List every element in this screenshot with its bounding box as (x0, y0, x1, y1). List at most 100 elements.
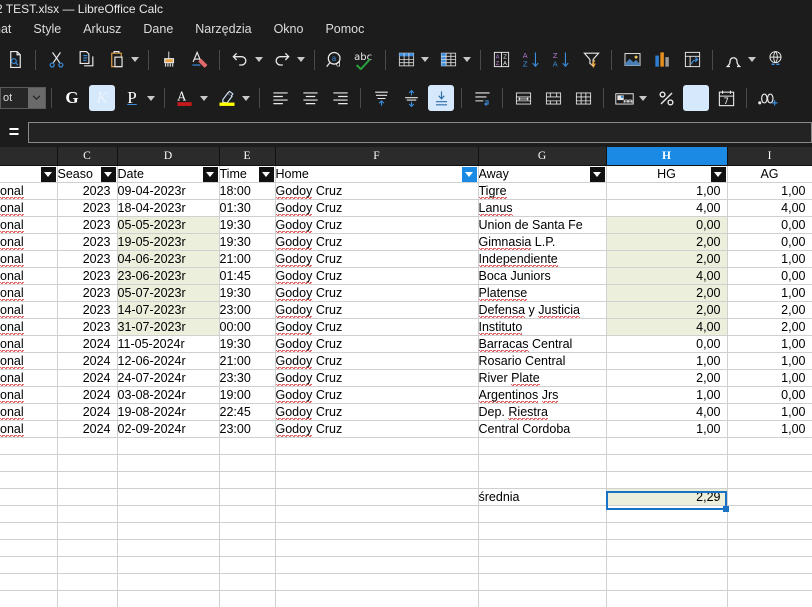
menu-sheet[interactable]: Arkusz (72, 20, 132, 38)
cell-date[interactable]: 09-04-2023r (117, 182, 220, 200)
highlight-color-button[interactable] (214, 85, 240, 111)
align-left-icon[interactable] (267, 85, 293, 111)
cell-hg[interactable]: 0,00 (606, 335, 728, 353)
cell-b[interactable]: onal (0, 250, 58, 268)
cell-empty[interactable] (219, 573, 276, 591)
menu-window[interactable]: Okno (263, 20, 315, 38)
cell-ag[interactable]: 0,00 (727, 216, 812, 234)
cut-icon[interactable] (43, 47, 69, 73)
align-right-icon[interactable] (327, 85, 353, 111)
cell-empty[interactable] (219, 590, 276, 607)
cell-date[interactable]: 24-07-2024r (117, 369, 220, 387)
column-header-d[interactable]: D (117, 147, 220, 166)
empty-row[interactable] (0, 539, 812, 557)
cell-empty[interactable] (275, 556, 479, 574)
cell-season[interactable]: 2024 (57, 403, 118, 421)
hyperlink-icon[interactable] (762, 47, 788, 73)
cell-empty[interactable] (275, 590, 479, 607)
filter-dropdown-time[interactable] (258, 166, 274, 181)
cell-hg[interactable]: 4,00 (606, 318, 728, 336)
cell-ag[interactable]: 0,00 (727, 233, 812, 251)
cell-home[interactable]: Godoy Cruz (275, 250, 479, 268)
menu-style[interactable]: Style (22, 20, 72, 38)
cell-empty[interactable] (117, 539, 220, 557)
cell-empty[interactable] (606, 573, 728, 591)
cell-away[interactable]: Central Cordoba (478, 420, 607, 438)
menu-data[interactable]: Dane (132, 20, 184, 38)
cell-hg[interactable]: 4,00 (606, 403, 728, 421)
empty-row[interactable] (0, 590, 812, 607)
table-row[interactable]: onal 2024 02-09-2024r 23:00 Godoy Cruz Centra… (0, 420, 812, 438)
table-row[interactable]: onal 2023 31-07-2023r 00:00 Godoy Cruz Instit… (0, 318, 812, 336)
empty-row[interactable] (0, 437, 812, 455)
unmerge-cells-icon[interactable] (570, 85, 596, 111)
cell-ag[interactable]: 0,00 (727, 267, 812, 285)
cell-empty[interactable] (57, 539, 118, 557)
undo-icon[interactable] (227, 47, 253, 73)
column-header-h[interactable]: H (606, 147, 728, 166)
cell-empty[interactable] (0, 488, 58, 506)
cell-empty[interactable] (478, 471, 607, 489)
cell-away[interactable]: Independiente (478, 250, 607, 268)
cell-season[interactable]: 2024 (57, 369, 118, 387)
cell-empty[interactable] (57, 590, 118, 607)
cell-season[interactable]: 2023 (57, 233, 118, 251)
cell-time[interactable]: 23:00 (219, 301, 276, 319)
underline-button[interactable]: P (119, 85, 145, 111)
merge-cells-icon[interactable] (510, 85, 536, 111)
cell-date[interactable]: 23-06-2023r (117, 267, 220, 285)
cell-empty[interactable] (727, 437, 812, 455)
cell-empty[interactable] (0, 522, 58, 540)
cell-season[interactable]: 2024 (57, 335, 118, 353)
cell-season[interactable]: 2024 (57, 386, 118, 404)
align-bottom-icon[interactable] (428, 85, 454, 111)
cell-time[interactable]: 23:30 (219, 369, 276, 387)
cell-home[interactable]: Godoy Cruz (275, 301, 479, 319)
menu-tools[interactable]: Narzędzia (184, 20, 262, 38)
cell-date[interactable]: 19-05-2023r (117, 233, 220, 251)
cell-time[interactable]: 21:00 (219, 352, 276, 370)
cell-away[interactable]: Defensa y Justicia (478, 301, 607, 319)
filter-header-time[interactable]: Time (219, 165, 276, 183)
cell-empty[interactable] (0, 505, 58, 523)
cell-empty[interactable] (275, 488, 479, 506)
cell-ag[interactable]: 1,00 (727, 369, 812, 387)
table-row[interactable]: onal 2023 09-04-2023r 18:00 Godoy Cruz Tigre 1… (0, 182, 812, 200)
cell-hg[interactable]: 1,00 (606, 352, 728, 370)
summary-label[interactable]: średnia (478, 488, 607, 506)
cell-empty[interactable] (117, 590, 220, 607)
cell-home[interactable]: Godoy Cruz (275, 335, 479, 353)
cell-season[interactable]: 2023 (57, 284, 118, 302)
font-size-combo[interactable]: ot (0, 87, 46, 109)
cell-home[interactable]: Godoy Cruz (275, 386, 479, 404)
cell-empty[interactable] (117, 573, 220, 591)
cell-away[interactable]: Argentinos Jrs (478, 386, 607, 404)
cell-time[interactable]: 21:00 (219, 250, 276, 268)
redo-dropdown-caret[interactable] (297, 57, 305, 62)
cell-time[interactable]: 19:30 (219, 284, 276, 302)
cell-time[interactable]: 18:00 (219, 182, 276, 200)
cell-empty[interactable] (57, 488, 118, 506)
cell-empty[interactable] (478, 454, 607, 472)
cell-time[interactable]: 22:45 (219, 403, 276, 421)
column-header-i[interactable]: I (727, 147, 812, 166)
cell-empty[interactable] (727, 590, 812, 607)
cell-home[interactable]: Godoy Cruz (275, 182, 479, 200)
cell-empty[interactable] (0, 471, 58, 489)
empty-row[interactable] (0, 556, 812, 574)
cell-empty[interactable] (117, 556, 220, 574)
cell-empty[interactable] (606, 437, 728, 455)
table-row[interactable]: onal 2023 05-07-2023r 19:30 Godoy Cruz Platen… (0, 284, 812, 302)
filter-dropdown-date[interactable] (202, 166, 218, 181)
cell-date[interactable]: 02-09-2024r (117, 420, 220, 438)
cell-b[interactable]: onal (0, 301, 58, 319)
cell-date[interactable]: 03-08-2024r (117, 386, 220, 404)
cell-time[interactable]: 19:30 (219, 216, 276, 234)
table-row[interactable]: onal 2023 18-04-2023r 01:30 Godoy Cruz Lanus 4… (0, 199, 812, 217)
cell-home[interactable]: Godoy Cruz (275, 420, 479, 438)
copy-icon[interactable] (73, 47, 99, 73)
cell-ag[interactable]: 1,00 (727, 284, 812, 302)
cell-ag[interactable]: 1,00 (727, 182, 812, 200)
cell-empty[interactable] (57, 471, 118, 489)
cell-ag[interactable]: 1,00 (727, 335, 812, 353)
